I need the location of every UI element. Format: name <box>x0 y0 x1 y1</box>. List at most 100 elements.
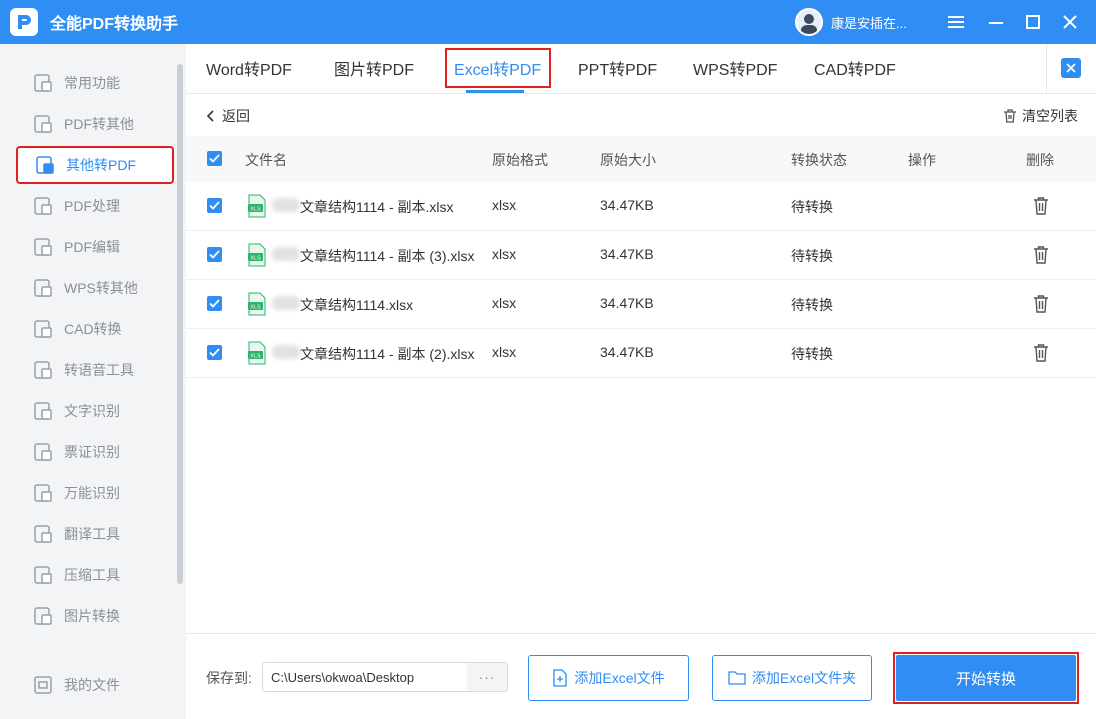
svg-text:XLS: XLS <box>250 207 261 213</box>
add-excel-file-button[interactable]: 添加Excel文件 <box>528 655 689 701</box>
folder-icon <box>728 671 746 685</box>
file-size: 34.47KB <box>600 295 654 311</box>
sidebar-item-label: 压缩工具 <box>64 567 120 583</box>
sidebar-item-10[interactable]: 万能识别 <box>16 474 174 512</box>
back-button[interactable]: 返回 <box>206 106 250 126</box>
start-convert-button[interactable]: 开始转换 <box>896 655 1076 701</box>
compress-icon <box>34 566 52 584</box>
convert-status: 待转换 <box>791 199 833 215</box>
row-checkbox[interactable] <box>207 247 222 262</box>
redacted-prefix <box>272 247 300 261</box>
tab-word-to-pdf[interactable]: Word转PDF <box>206 56 292 80</box>
sidebar-item-9[interactable]: 票证识别 <box>16 433 174 471</box>
save-to-label: 保存到: <box>206 670 252 686</box>
clear-list-label: 清空列表 <box>1022 108 1078 124</box>
svg-text:XLS: XLS <box>250 305 261 311</box>
file-size: 34.47KB <box>600 246 654 262</box>
sidebar-scrollbar[interactable] <box>177 64 183 584</box>
ocr-icon <box>34 402 52 420</box>
sidebar-item-label: 其他转PDF <box>66 157 136 173</box>
wps-icon <box>34 279 52 297</box>
sidebar-item-6[interactable]: CAD转换 <box>16 310 174 348</box>
row-checkbox[interactable] <box>207 345 222 360</box>
sidebar-item-label: 我的文件 <box>64 677 120 693</box>
translate-icon <box>34 525 52 543</box>
delete-icon[interactable] <box>1032 343 1050 363</box>
app-title: 全能PDF转换助手 <box>50 16 179 33</box>
select-all-checkbox[interactable] <box>207 151 222 166</box>
common-tools-icon <box>34 74 52 92</box>
header-action: 操作 <box>908 152 936 168</box>
tab-cad-to-pdf[interactable]: CAD转PDF <box>814 56 896 80</box>
table-row[interactable]: XLS 文章结构1114 - 副本.xlsx xlsx 34.47KB 待转换 <box>186 182 1096 231</box>
file-format: xlsx <box>492 344 517 360</box>
redacted-prefix <box>272 198 300 212</box>
sidebar-item-4[interactable]: PDF编辑 <box>16 228 174 266</box>
sidebar-item-label: 万能识别 <box>64 485 120 501</box>
file-name: 文章结构1114 - 副本 (3).xlsx <box>300 248 475 264</box>
table-row[interactable]: XLS 文章结构1114.xlsx xlsx 34.47KB 待转换 <box>186 280 1096 329</box>
close-panel-icon[interactable] <box>1061 58 1081 78</box>
convert-status: 待转换 <box>791 248 833 264</box>
image-convert-icon <box>34 607 52 625</box>
voice-icon <box>34 361 52 379</box>
sidebar-item-2[interactable]: 其他转PDF <box>16 146 174 184</box>
xls-file-icon: XLS <box>248 292 266 316</box>
file-name: 文章结构1114.xlsx <box>300 297 414 313</box>
sidebar-item-label: 转语音工具 <box>64 362 134 378</box>
tab-ppt-to-pdf[interactable]: PPT转PDF <box>578 56 657 80</box>
sidebar-item-label: PDF处理 <box>64 198 120 214</box>
file-format: xlsx <box>492 197 517 213</box>
table-row[interactable]: XLS 文章结构1114 - 副本 (2).xlsx xlsx 34.47KB 待转换 <box>186 329 1096 378</box>
convert-status: 待转换 <box>791 297 833 313</box>
browse-button[interactable]: ··· <box>467 663 507 691</box>
sidebar-item-label: 文字识别 <box>64 403 120 419</box>
header-delete: 删除 <box>1026 152 1054 168</box>
sidebar: 常用功能 PDF转其他其他转PDF PDF处理 PDF编辑 WPS转其他 CAD转换转语音… <box>0 44 186 719</box>
sidebar-item-3[interactable]: PDF处理 <box>16 187 174 225</box>
menu-icon[interactable] <box>938 0 974 44</box>
my-files-icon <box>34 676 52 694</box>
sidebar-item-7[interactable]: 转语音工具 <box>16 351 174 389</box>
header-format: 原始格式 <box>492 152 548 168</box>
row-checkbox[interactable] <box>207 296 222 311</box>
user-account[interactable]: 康是安插在... <box>795 8 907 36</box>
svg-text:XLS: XLS <box>250 256 261 262</box>
back-label: 返回 <box>222 108 250 124</box>
sidebar-item-13[interactable]: 图片转换 <box>16 597 174 635</box>
minimize-icon[interactable] <box>978 0 1014 44</box>
app-logo-icon <box>10 8 38 36</box>
maximize-icon[interactable] <box>1015 0 1051 44</box>
xls-file-icon: XLS <box>248 243 266 267</box>
sidebar-item-11[interactable]: 翻译工具 <box>16 515 174 553</box>
clear-list-button[interactable]: 清空列表 <box>1002 106 1078 126</box>
row-checkbox[interactable] <box>207 198 222 213</box>
sidebar-item-label: 票证识别 <box>64 444 120 460</box>
trash-icon <box>1004 109 1016 123</box>
redacted-prefix <box>272 345 300 359</box>
add-excel-folder-button[interactable]: 添加Excel文件夹 <box>712 655 872 701</box>
sidebar-item-my-files[interactable]: 我的文件 <box>16 666 174 704</box>
to-pdf-icon <box>36 156 54 174</box>
xls-file-icon: XLS <box>248 341 266 365</box>
delete-icon[interactable] <box>1032 196 1050 216</box>
sidebar-item-label: 常用功能 <box>64 75 120 91</box>
sidebar-item-5[interactable]: WPS转其他 <box>16 269 174 307</box>
file-format: xlsx <box>492 295 517 311</box>
sidebar-item-12[interactable]: 压缩工具 <box>16 556 174 594</box>
add-folder-label: 添加Excel文件夹 <box>751 670 857 686</box>
tab-image-to-pdf[interactable]: 图片转PDF <box>334 56 414 80</box>
delete-icon[interactable] <box>1032 245 1050 265</box>
tab-wps-to-pdf[interactable]: WPS转PDF <box>693 56 777 80</box>
sidebar-item-1[interactable]: PDF转其他 <box>16 105 174 143</box>
close-window-icon[interactable] <box>1052 0 1088 44</box>
pdf-convert-icon <box>34 115 52 133</box>
save-path-field[interactable]: C:\Users\okwoa\Desktop ··· <box>262 662 508 692</box>
cad-icon <box>34 320 52 338</box>
delete-icon[interactable] <box>1032 294 1050 314</box>
table-row[interactable]: XLS 文章结构1114 - 副本 (3).xlsx xlsx 34.47KB 待转换 <box>186 231 1096 280</box>
sidebar-item-0[interactable]: 常用功能 <box>16 64 174 102</box>
pdf-process-icon <box>34 197 52 215</box>
header-name: 文件名 <box>245 152 287 168</box>
sidebar-item-8[interactable]: 文字识别 <box>16 392 174 430</box>
